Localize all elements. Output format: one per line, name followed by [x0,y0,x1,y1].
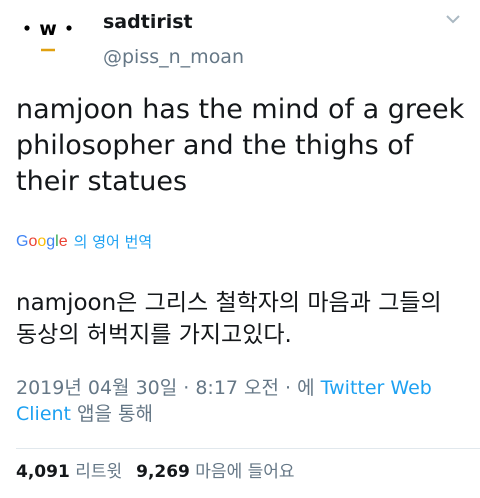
translated-text: namjoon은 그리스 철학자의 마음과 그들의 동상의 허벅지를 가지고있다… [16,290,442,348]
svg-text:w: w [39,18,57,40]
retweets-count: 4,091 [16,462,70,482]
translate-link-label: 의 영어 번역 [73,233,153,251]
via-prefix: 에 [297,377,321,399]
emoji-face-avatar-icon: w [24,18,72,52]
likes-label: 마음에 들어요 [195,462,295,482]
likes-count: 9,269 [136,462,190,482]
divider [16,448,480,449]
timestamp[interactable]: 2019년 04월 30일 · 8:17 오전 · [16,377,297,399]
retweets-label: 리트윗 [75,462,123,482]
avatar[interactable]: w [16,8,80,72]
translate-link[interactable]: Google 의 영어 번역 [16,232,152,252]
tweet-text: namjoon has the mind of a greek philosop… [16,94,465,197]
display-name[interactable]: sadtirist [103,11,244,33]
tweet-metadata: 2019년 04월 30일 · 8:17 오전 · 에 Twitter Web … [16,375,461,427]
more-options-button[interactable] [444,12,462,26]
tweet-header: w sadtirist @piss_n_moan [16,8,464,72]
chevron-down-icon [446,15,460,24]
via-suffix: 앱을 통해 [71,403,154,425]
tweet-stats: 4,091 리트윗 9,269 마음에 들어요 [16,461,295,483]
google-logo: Google [16,233,68,250]
user-names: sadtirist @piss_n_moan [103,8,244,69]
user-handle[interactable]: @piss_n_moan [103,45,244,69]
retweets-stat[interactable]: 4,091 리트윗 [16,462,122,482]
likes-stat[interactable]: 9,269 마음에 들어요 [136,462,294,482]
